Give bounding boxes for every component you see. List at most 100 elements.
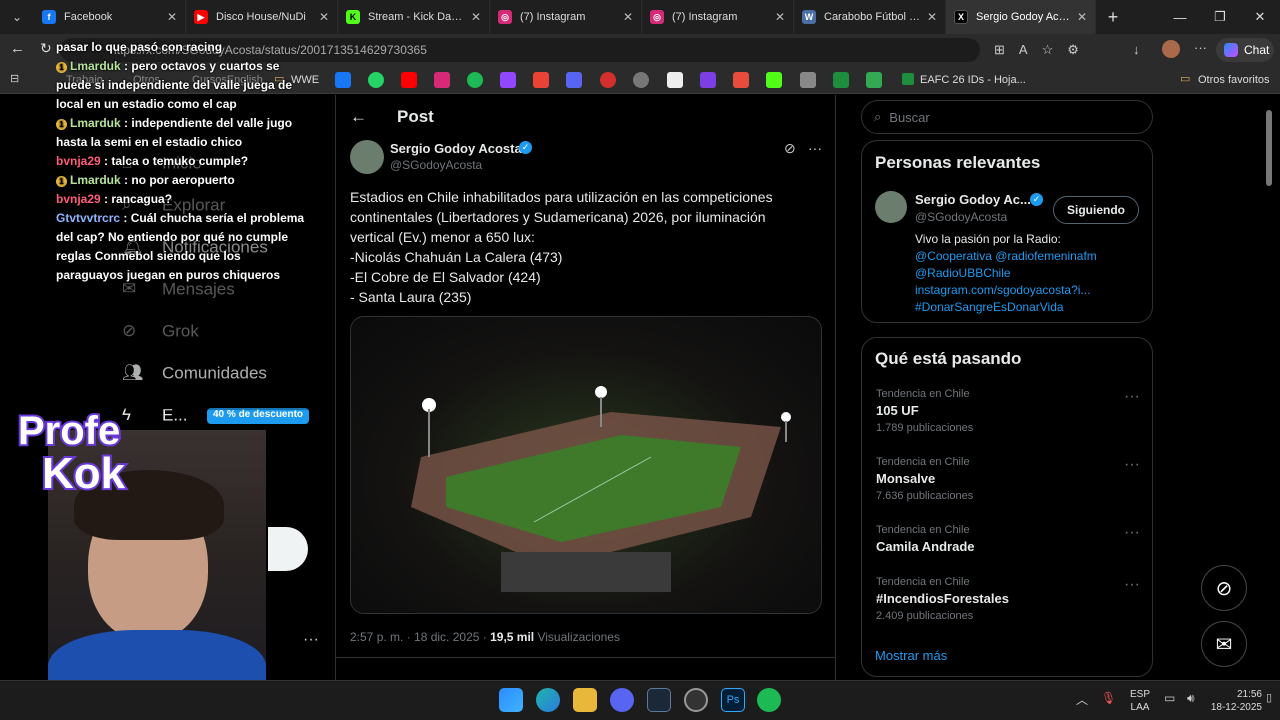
- search-input[interactable]: ⌕ Buscar: [861, 100, 1153, 134]
- more-options-icon[interactable]: ···: [1124, 388, 1140, 406]
- author-avatar[interactable]: [350, 140, 384, 174]
- more-options-icon[interactable]: ···: [303, 631, 319, 649]
- show-more-link[interactable]: Mostrar más: [875, 648, 947, 663]
- card-title: Qué está pasando: [875, 349, 1022, 368]
- maximize-icon[interactable]: ❐: [1200, 0, 1240, 34]
- app-icon[interactable]: [684, 688, 708, 712]
- kick-icon[interactable]: [766, 72, 782, 88]
- whatsapp-icon[interactable]: [368, 72, 384, 88]
- chat-line: 1 Lmarduk : pero octavos y cuartos se pue…: [56, 59, 293, 111]
- steam-icon[interactable]: [647, 688, 671, 712]
- trend-item[interactable]: Tendencia en Chile #IncendiosForestales …: [876, 576, 1009, 622]
- plus-sheet-icon[interactable]: [866, 72, 882, 88]
- tab-carabobo[interactable]: W Carabobo Fútbol Club ✕: [794, 0, 946, 34]
- discord-icon[interactable]: [566, 72, 582, 88]
- close-icon[interactable]: ✕: [623, 10, 633, 24]
- close-icon[interactable]: ✕: [319, 10, 329, 24]
- youtube-icon[interactable]: [401, 72, 417, 88]
- post-button[interactable]: [268, 527, 308, 571]
- trend-item[interactable]: Tendencia en Chile Monsalve 7.636 public…: [876, 456, 973, 502]
- more-options-icon[interactable]: ···: [1124, 456, 1140, 474]
- chevron-up-icon[interactable]: ︿: [1076, 691, 1088, 708]
- tab-kick[interactable]: KStream - Kick Dashboar✕: [338, 0, 490, 34]
- notification-icon[interactable]: ▯: [1266, 691, 1272, 704]
- bookmark-eafc[interactable]: EAFC 26 IDs - Hoja...: [920, 74, 1026, 86]
- close-icon[interactable]: ✕: [1077, 10, 1087, 24]
- grok-icon[interactable]: ⊘: [784, 140, 796, 157]
- trends-card: Qué está pasando Tendencia en Chile 105 …: [861, 337, 1153, 677]
- author-name[interactable]: Sergio Godoy Acosta: [390, 141, 522, 156]
- more-options-icon[interactable]: ···: [808, 140, 822, 156]
- grok-floating-button[interactable]: ⊘: [1201, 565, 1247, 611]
- tab-instagram-2[interactable]: ◎ (7) Instagram ✕: [642, 0, 794, 34]
- avatar[interactable]: [875, 191, 907, 223]
- relevant-people-card: Personas relevantes Sergio Godoy Ac... ✓…: [861, 140, 1153, 323]
- copilot-icon: [1224, 43, 1238, 57]
- minimize-icon[interactable]: —: [1160, 0, 1200, 34]
- tab-x-active[interactable]: XSergio Godoy Acosta en✕: [946, 0, 1096, 34]
- author-handle[interactable]: @SGodoyAcosta: [390, 158, 482, 172]
- spotify-icon[interactable]: [467, 72, 483, 88]
- bookmark-tool-icon[interactable]: [800, 72, 816, 88]
- chat-line: pasar lo que pasó con racing: [56, 40, 223, 54]
- kick-icon: K: [346, 10, 360, 24]
- spotify-icon[interactable]: [757, 688, 781, 712]
- person-name[interactable]: Sergio Godoy Ac...: [915, 192, 1031, 207]
- file-explorer-icon[interactable]: [573, 688, 597, 712]
- trend-item[interactable]: Tendencia en Chile 105 UF 1.789 publicac…: [876, 388, 973, 434]
- window-close-icon[interactable]: ✕: [1240, 0, 1280, 34]
- close-icon[interactable]: ✕: [167, 10, 177, 24]
- discord-icon[interactable]: [610, 688, 634, 712]
- following-button[interactable]: Siguiendo: [1053, 196, 1139, 224]
- chatgpt-icon[interactable]: [633, 72, 649, 88]
- clock[interactable]: 21:56 18-12-2025: [1210, 688, 1262, 714]
- facebook-icon[interactable]: [335, 72, 351, 88]
- browser-toolbar-icons[interactable]: ⊞A☆⚙: [994, 42, 1093, 58]
- trend-item[interactable]: Tendencia en Chile Camila Andrade: [876, 524, 975, 554]
- tab-instagram-1[interactable]: ◎ (7) Instagram ✕: [490, 0, 642, 34]
- close-icon[interactable]: ✕: [471, 10, 481, 24]
- gmail-icon[interactable]: [533, 72, 549, 88]
- profe-kok-logo: Profe Kok: [14, 404, 138, 500]
- mail-icon: ✉: [1215, 633, 1233, 656]
- edge-icon[interactable]: [536, 688, 560, 712]
- bookmark-os-icon[interactable]: [600, 72, 616, 88]
- tab-facebook[interactable]: f Facebook ✕: [34, 0, 186, 34]
- new-tab-button[interactable]: +: [1096, 7, 1130, 28]
- profile-avatar[interactable]: [1162, 40, 1180, 58]
- instagram-icon[interactable]: [434, 72, 450, 88]
- photoshop-icon[interactable]: Ps: [721, 688, 745, 712]
- close-icon[interactable]: ✕: [927, 10, 937, 24]
- bookmark-green-icon[interactable]: [833, 72, 849, 88]
- bookmark-otros-favoritos[interactable]: Otros favoritos: [1198, 74, 1270, 86]
- more-options-icon[interactable]: ···: [1124, 524, 1140, 542]
- stadium-photo[interactable]: [350, 316, 822, 614]
- tab-youtube[interactable]: ▶ Disco House/NuDi ✕: [186, 0, 338, 34]
- badge-icon: 1: [56, 62, 67, 73]
- microphone-icon[interactable]: 🎙︎: [1101, 691, 1116, 705]
- back-arrow-icon[interactable]: ←: [10, 40, 25, 57]
- messages-floating-button[interactable]: ✉: [1201, 621, 1247, 667]
- back-arrow-icon[interactable]: ←: [350, 107, 367, 127]
- post-meta: 2:57 p. m. · 18 dic. 2025 · 19,5 mil Vis…: [350, 630, 620, 644]
- doc-icon[interactable]: [667, 72, 683, 88]
- volume-icon[interactable]: 🔊︎: [1187, 691, 1195, 706]
- card-title: Personas relevantes: [875, 153, 1041, 172]
- network-icon[interactable]: ▭: [1164, 691, 1175, 705]
- windows-start-icon[interactable]: [499, 688, 523, 712]
- tab-actions-chevron-icon[interactable]: ⌄: [0, 0, 34, 34]
- svg-text:Kok: Kok: [42, 449, 126, 496]
- close-icon[interactable]: ✕: [775, 10, 785, 24]
- download-icon[interactable]: ↓: [1133, 42, 1140, 57]
- copilot-chat-button[interactable]: Chat: [1216, 38, 1274, 62]
- scrollbar-thumb[interactable]: [1266, 110, 1272, 186]
- twitch-icon[interactable]: [500, 72, 516, 88]
- sidebar-toggle-icon[interactable]: ⊟: [10, 72, 19, 85]
- bookmark-app-icon[interactable]: [700, 72, 716, 88]
- refresh-icon[interactable]: ↻: [40, 40, 52, 57]
- more-menu-icon[interactable]: ···: [1194, 40, 1207, 55]
- heart-icon[interactable]: [733, 72, 749, 88]
- more-options-icon[interactable]: ···: [1124, 576, 1140, 594]
- language-indicator[interactable]: ESP LAA: [1130, 688, 1150, 714]
- person-handle[interactable]: @SGodoyAcosta: [915, 210, 1007, 224]
